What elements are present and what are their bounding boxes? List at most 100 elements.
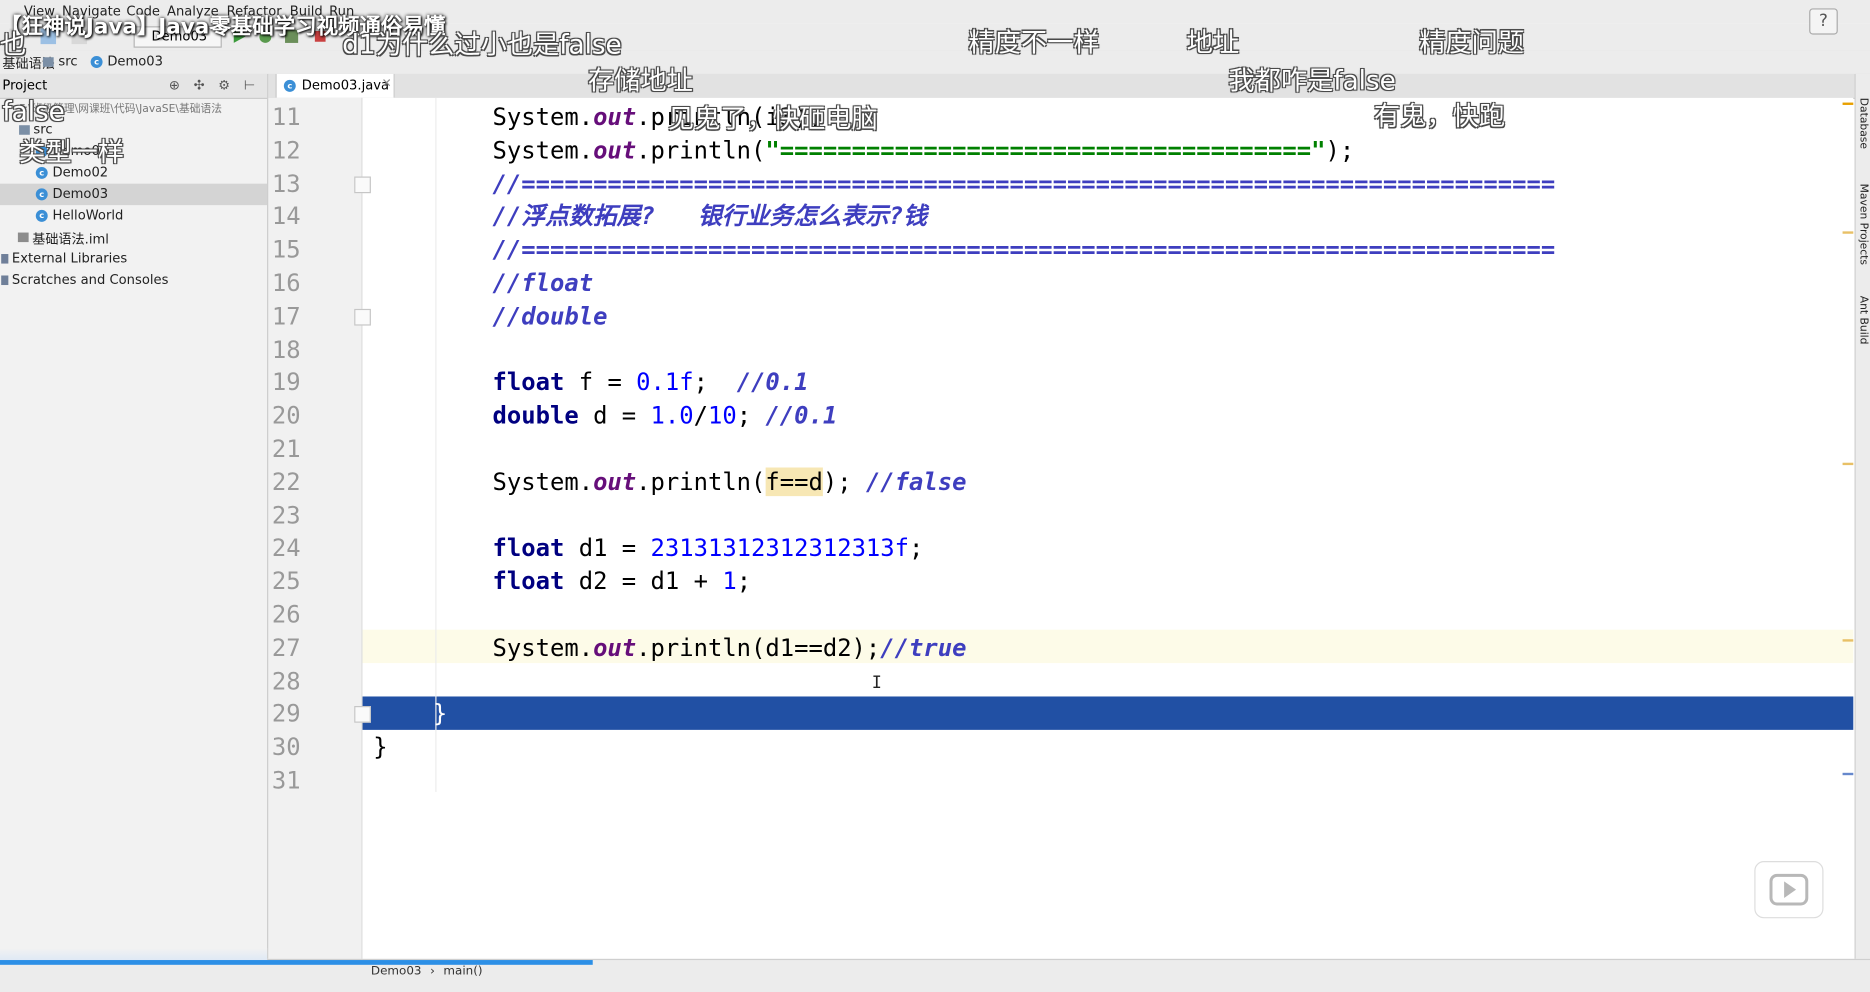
code-token: ); xyxy=(822,467,866,497)
code-line-16: //float xyxy=(492,268,594,297)
stripe-marker[interactable] xyxy=(1842,231,1854,234)
code-token: .println(d1==d2); xyxy=(636,633,881,662)
tree-item-helloworld[interactable]: c HelloWorld xyxy=(0,205,267,226)
danmaku-comment: 类型一样 xyxy=(19,138,125,169)
scratches-icon xyxy=(1,275,9,286)
breadcrumb-file[interactable]: Demo03 xyxy=(107,54,163,70)
code-token-keyword: float xyxy=(492,566,565,596)
stripe-marker[interactable] xyxy=(1842,462,1854,466)
status-bar: Demo03 › main() xyxy=(0,948,1870,992)
code-token: .println( xyxy=(636,135,766,165)
status-crumb-class[interactable]: Demo03 xyxy=(371,965,422,978)
danmaku-comment: 有鬼，快跑 xyxy=(1373,102,1506,133)
line-number: 22 xyxy=(271,467,301,497)
warning-marker[interactable] xyxy=(1842,102,1854,105)
line-number: 31 xyxy=(271,765,301,795)
line-number: 28 xyxy=(271,666,301,696)
code-token: ; xyxy=(736,400,766,430)
code-token-comment: //0.1 xyxy=(736,367,809,396)
nav-breadcrumb: 基础语法 src c Demo03 xyxy=(0,50,1870,76)
code-token: .println( xyxy=(636,467,766,497)
code-line-15: //======================================… xyxy=(492,234,1556,264)
code-token-number: 0.1f xyxy=(636,367,694,396)
danmaku-comment: false xyxy=(2,97,65,128)
danmaku-comment: d1为什么过小也是false xyxy=(342,31,622,61)
line-number: 25 xyxy=(271,566,301,596)
code-token-comment: //false xyxy=(865,467,967,497)
line-number: 30 xyxy=(271,732,301,761)
danmaku-comment: 精度问题 xyxy=(1419,28,1525,59)
code-line-20: double d = 1.0/10; //0.1 xyxy=(493,398,838,431)
status-crumb-method[interactable]: main() xyxy=(443,965,482,978)
video-progress-bar[interactable] xyxy=(0,960,593,965)
class-icon: c xyxy=(35,209,48,222)
fold-marker-icon[interactable] xyxy=(354,176,371,194)
line-number: 21 xyxy=(271,434,301,463)
mouse-cursor-icon: I xyxy=(871,673,882,693)
play-icon xyxy=(1769,873,1809,906)
stripe-marker[interactable] xyxy=(1842,772,1854,776)
panel-fade xyxy=(0,948,268,961)
status-crumb-sep: › xyxy=(430,964,435,978)
code-token-number: 1.0 xyxy=(650,400,694,430)
code-line-29: } xyxy=(432,698,448,728)
project-panel-tools-icon[interactable]: ⊕ ✣ ⚙ ⊢ xyxy=(169,78,260,94)
line-number: 19 xyxy=(271,367,301,396)
line-number: 20 xyxy=(271,400,301,430)
project-panel-title[interactable]: Project xyxy=(2,78,47,94)
line-number: 24 xyxy=(271,533,301,562)
tree-item-label: Scratches and Consoles xyxy=(11,271,169,288)
tree-item-demo03[interactable]: c Demo03 xyxy=(0,183,268,206)
code-token: ; xyxy=(736,566,752,596)
code-token: f = xyxy=(564,367,637,396)
stripe-marker[interactable] xyxy=(1842,639,1854,642)
code-line-30: } xyxy=(373,732,388,761)
right-tool-strip: Database Maven Projects Ant Build xyxy=(1854,73,1870,959)
code-line-22: System.out.println(f==d); //false xyxy=(493,465,967,498)
code-token: d2 = d1 + xyxy=(564,566,723,596)
code-token-comment: //true xyxy=(880,633,967,662)
breadcrumb-src[interactable]: src xyxy=(58,54,77,70)
class-icon: c xyxy=(35,188,48,201)
code-line-13: //======================================… xyxy=(492,169,1556,198)
danmaku-comment: 地址 xyxy=(1186,28,1240,59)
editor-tab-demo03[interactable]: c Demo03.java ✕ xyxy=(275,73,395,98)
code-line-24: float d1 = 23131312312312313f; xyxy=(493,531,924,564)
line-number: 11 xyxy=(271,102,301,132)
tree-external-libraries[interactable]: External Libraries xyxy=(0,248,267,269)
editor-tab-bar: c Demo03.java ✕ xyxy=(268,73,1855,99)
project-panel: Project ⊕ ✣ ⚙ ⊢ F:\班级管理\网课班\代码\JavaSE\基础… xyxy=(0,73,269,959)
tree-item-label: External Libraries xyxy=(11,250,128,266)
line-number: 29 xyxy=(271,698,301,728)
tool-window-ant[interactable]: Ant Build xyxy=(1857,296,1869,345)
code-token-number: 1 xyxy=(722,566,737,596)
code-token-number: 23131312312312313f xyxy=(650,533,910,562)
tool-window-database[interactable]: Database xyxy=(1857,98,1869,149)
code-token: ); xyxy=(1325,135,1355,165)
danmaku-comment: 精度不一样 xyxy=(968,28,1100,59)
danmaku-comment: 见鬼了，快砸电脑 xyxy=(667,104,878,135)
tree-scratches[interactable]: Scratches and Consoles xyxy=(0,270,267,291)
tree-item-iml[interactable]: 基础语法.iml xyxy=(0,227,267,248)
line-number: 14 xyxy=(271,201,301,231)
line-number: 16 xyxy=(271,268,301,297)
code-token-keyword: float xyxy=(492,367,565,396)
code-token: ; xyxy=(909,533,924,562)
project-panel-header: Project ⊕ ✣ ⚙ ⊢ xyxy=(0,73,268,99)
tool-window-maven[interactable]: Maven Projects xyxy=(1857,184,1869,265)
close-tab-icon[interactable]: ✕ xyxy=(382,78,392,91)
class-icon: c xyxy=(90,56,103,68)
selected-line xyxy=(362,696,1854,730)
code-line-25: float d2 = d1 + 1; xyxy=(493,564,752,597)
line-number: 15 xyxy=(271,234,301,264)
line-number: 12 xyxy=(271,135,301,165)
code-token-highlight: f==d xyxy=(765,467,823,497)
line-number: 17 xyxy=(271,301,301,331)
code-token: System. xyxy=(492,135,594,165)
code-token-keyword: float xyxy=(492,533,565,562)
help-icon[interactable]: ? xyxy=(1809,8,1838,35)
play-button[interactable] xyxy=(1754,861,1824,919)
fold-marker-icon[interactable] xyxy=(354,308,371,326)
fold-marker-icon[interactable] xyxy=(354,706,371,723)
status-breadcrumb: Demo03 › main() xyxy=(371,965,483,978)
